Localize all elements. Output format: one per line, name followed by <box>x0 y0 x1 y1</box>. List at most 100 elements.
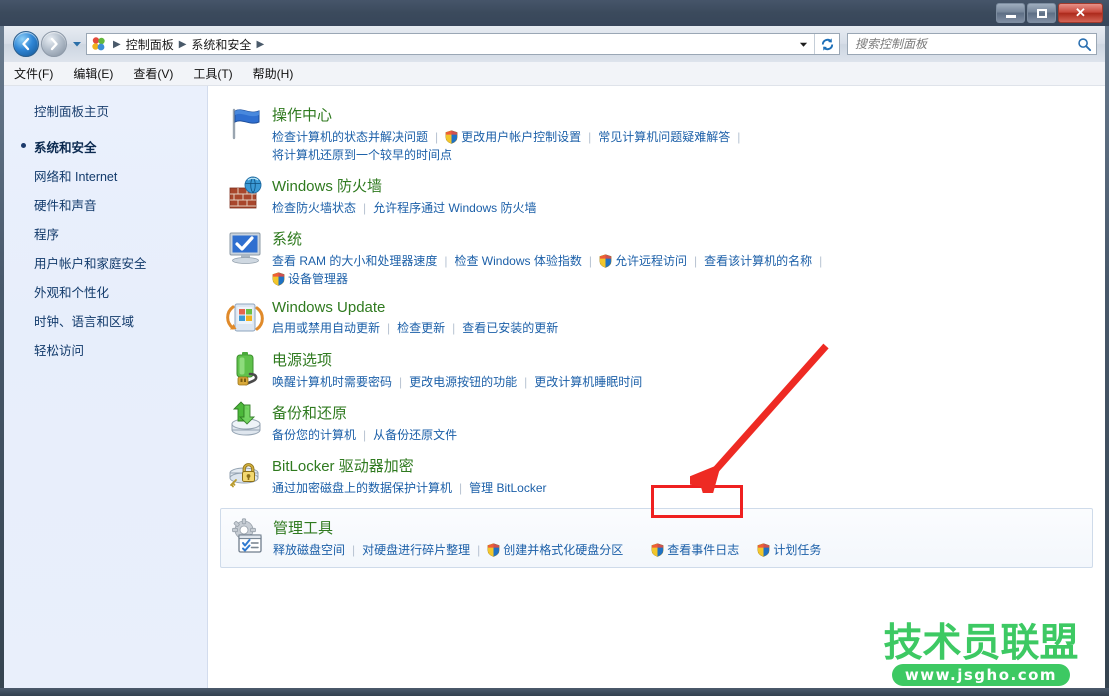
link-restore-files-from-backup[interactable]: 从备份还原文件 <box>373 426 457 444</box>
category-windows-firewall: Windows 防火墙 检查防火墙状态 | 允许程序通过 Windows 防火墙 <box>220 169 1093 222</box>
sidebar-item-system-and-security[interactable]: 系统和安全 <box>4 132 207 161</box>
link-change-power-button-behavior[interactable]: 更改电源按钮的功能 <box>409 373 517 391</box>
link-row: 通过加密磁盘上的数据保护计算机 | 管理 BitLocker <box>272 479 1093 497</box>
forward-arrow-icon <box>47 37 61 51</box>
category-body: BitLocker 驱动器加密 通过加密磁盘上的数据保护计算机 | 管理 Bit… <box>272 454 1093 497</box>
sidebar-item-user-accounts[interactable]: 用户帐户和家庭安全 <box>4 248 207 277</box>
link-backup-your-computer[interactable]: 备份您的计算机 <box>272 426 356 444</box>
category-title-system[interactable]: 系统 <box>272 228 302 249</box>
menu-bar: 文件(F) 编辑(E) 查看(V) 工具(T) 帮助(H) <box>4 62 1105 86</box>
address-dropdown-button[interactable] <box>793 34 815 54</box>
forward-button[interactable] <box>41 31 67 57</box>
link-row: 查看 RAM 的大小和处理器速度 | 检查 Windows 体验指数 | 允许 <box>272 252 1093 270</box>
link-allow-program-through-firewall[interactable]: 允许程序通过 Windows 防火墙 <box>373 199 536 217</box>
link-schedule-tasks[interactable]: 计划任务 <box>757 541 821 559</box>
breadcrumb-item-0[interactable]: 控制面板 <box>122 35 178 54</box>
category-body: 备份和还原 备份您的计算机 | 从备份还原文件 <box>272 401 1093 444</box>
category-windows-update: Windows Update 启用或禁用自动更新 | 检查更新 | 查看已安装的… <box>220 293 1093 343</box>
link-change-uac-settings[interactable]: 更改用户帐户控制设置 <box>445 128 581 146</box>
title-bar: ✕ <box>0 0 1109 26</box>
minimize-button[interactable] <box>996 3 1025 23</box>
link-troubleshoot-common-problems[interactable]: 常见计算机问题疑难解答 <box>598 128 730 146</box>
address-bar-container: ▶ 控制面板 ▶ 系统和安全 ▶ <box>4 26 1105 62</box>
sidebar-item-programs[interactable]: 程序 <box>4 219 207 248</box>
link-separator: | <box>437 252 454 270</box>
menu-file[interactable]: 文件(F) <box>4 62 63 85</box>
link-view-installed-updates[interactable]: 查看已安装的更新 <box>462 319 558 337</box>
link-label: 计划任务 <box>773 541 821 559</box>
link-allow-remote-access[interactable]: 允许远程访问 <box>599 252 687 270</box>
close-button[interactable]: ✕ <box>1058 3 1103 23</box>
category-title-windows-firewall[interactable]: Windows 防火墙 <box>272 175 382 196</box>
breadcrumb-address-bar[interactable]: ▶ 控制面板 ▶ 系统和安全 ▶ <box>86 33 793 55</box>
link-separator: | <box>428 128 445 146</box>
category-title-action-center[interactable]: 操作中心 <box>272 104 332 125</box>
search-input[interactable] <box>855 37 1077 51</box>
sidebar-item-network-and-internet[interactable]: 网络和 Internet <box>4 161 207 190</box>
category-body: Windows 防火墙 检查防火墙状态 | 允许程序通过 Windows 防火墙 <box>272 174 1093 217</box>
link-device-manager[interactable]: 设备管理器 <box>272 270 348 288</box>
link-protect-computer-by-encrypting-disk[interactable]: 通过加密磁盘上的数据保护计算机 <box>272 479 452 497</box>
link-view-computer-name[interactable]: 查看该计算机的名称 <box>704 252 812 270</box>
link-check-windows-experience-index[interactable]: 检查 Windows 体验指数 <box>454 252 581 270</box>
link-check-for-updates[interactable]: 检查更新 <box>397 319 445 337</box>
back-arrow-icon <box>19 37 33 51</box>
maximize-button[interactable] <box>1027 3 1056 23</box>
refresh-button[interactable] <box>815 34 839 54</box>
category-administrative-tools: 管理工具 释放磁盘空间 | 对硬盘进行碎片整理 | <box>220 508 1093 568</box>
link-row: 检查计算机的状态并解决问题 | 更改用户帐户控制设置 | <box>272 128 1093 146</box>
uac-shield-icon <box>445 130 458 144</box>
menu-view[interactable]: 查看(V) <box>123 62 183 85</box>
link-label: 创建并格式化硬盘分区 <box>503 541 623 559</box>
category-title-windows-update[interactable]: Windows Update <box>272 299 385 316</box>
link-change-sleep-time[interactable]: 更改计算机睡眠时间 <box>534 373 642 391</box>
category-backup-and-restore: 备份和还原 备份您的计算机 | 从备份还原文件 <box>220 396 1093 449</box>
link-separator: | <box>470 541 487 559</box>
search-box[interactable] <box>847 33 1097 55</box>
link-separator: | <box>812 252 829 270</box>
link-row: 启用或禁用自动更新 | 检查更新 | 查看已安装的更新 <box>272 319 1093 337</box>
link-defragment-hard-drive[interactable]: 对硬盘进行碎片整理 <box>362 541 470 559</box>
breadcrumb-item-1[interactable]: 系统和安全 <box>187 35 255 54</box>
menu-help[interactable]: 帮助(H) <box>243 62 304 85</box>
address-bar-actions <box>793 33 840 55</box>
category-title-bitlocker[interactable]: BitLocker 驱动器加密 <box>272 455 414 476</box>
category-title-power-options[interactable]: 电源选项 <box>272 349 332 370</box>
update-icon <box>226 298 266 338</box>
search-icon[interactable] <box>1077 37 1092 52</box>
link-manage-bitlocker[interactable]: 管理 BitLocker <box>469 479 546 497</box>
category-title-administrative-tools[interactable]: 管理工具 <box>273 517 333 538</box>
link-label: 查看事件日志 <box>667 541 739 559</box>
link-separator: | <box>730 128 747 146</box>
category-body: Windows Update 启用或禁用自动更新 | 检查更新 | 查看已安装的… <box>272 298 1093 337</box>
window-bottom-edge <box>0 688 1109 696</box>
sidebar-item-control-panel-home[interactable]: 控制面板主页 <box>4 96 207 132</box>
link-require-password-on-wakeup[interactable]: 唤醒计算机时需要密码 <box>272 373 392 391</box>
menu-tools[interactable]: 工具(T) <box>183 62 242 85</box>
control-panel-icon <box>91 36 107 52</box>
sidebar-item-hardware-and-sound[interactable]: 硬件和声音 <box>4 190 207 219</box>
sidebar-item-clock-language-region[interactable]: 时钟、语言和区域 <box>4 306 207 335</box>
sidebar-item-ease-of-access[interactable]: 轻松访问 <box>4 335 207 364</box>
recent-pages-chevron-down-icon[interactable] <box>72 39 82 49</box>
link-turn-automatic-updating-on-off[interactable]: 启用或禁用自动更新 <box>272 319 380 337</box>
link-free-up-disk-space[interactable]: 释放磁盘空间 <box>273 541 345 559</box>
link-separator: | <box>452 479 469 497</box>
category-title-backup-and-restore[interactable]: 备份和还原 <box>272 402 347 423</box>
link-restore-computer-earlier-time[interactable]: 将计算机还原到一个较早的时间点 <box>272 146 452 164</box>
chevron-down-icon <box>799 40 808 49</box>
link-check-computer-status[interactable]: 检查计算机的状态并解决问题 <box>272 128 428 146</box>
link-view-ram-processor[interactable]: 查看 RAM 的大小和处理器速度 <box>272 252 437 270</box>
sidebar-item-appearance[interactable]: 外观和个性化 <box>4 277 207 306</box>
link-separator: | <box>445 319 462 337</box>
link-check-firewall-status[interactable]: 检查防火墙状态 <box>272 199 356 217</box>
uac-shield-icon <box>272 272 285 286</box>
link-view-event-logs[interactable]: 查看事件日志 <box>651 541 739 559</box>
back-button[interactable] <box>13 31 39 57</box>
link-separator: | <box>380 319 397 337</box>
menu-edit[interactable]: 编辑(E) <box>63 62 123 85</box>
link-separator: | <box>392 373 409 391</box>
uac-shield-icon <box>651 543 664 557</box>
link-row: 唤醒计算机时需要密码 | 更改电源按钮的功能 | 更改计算机睡眠时间 <box>272 373 1093 391</box>
link-create-format-partitions[interactable]: 创建并格式化硬盘分区 <box>487 541 623 559</box>
